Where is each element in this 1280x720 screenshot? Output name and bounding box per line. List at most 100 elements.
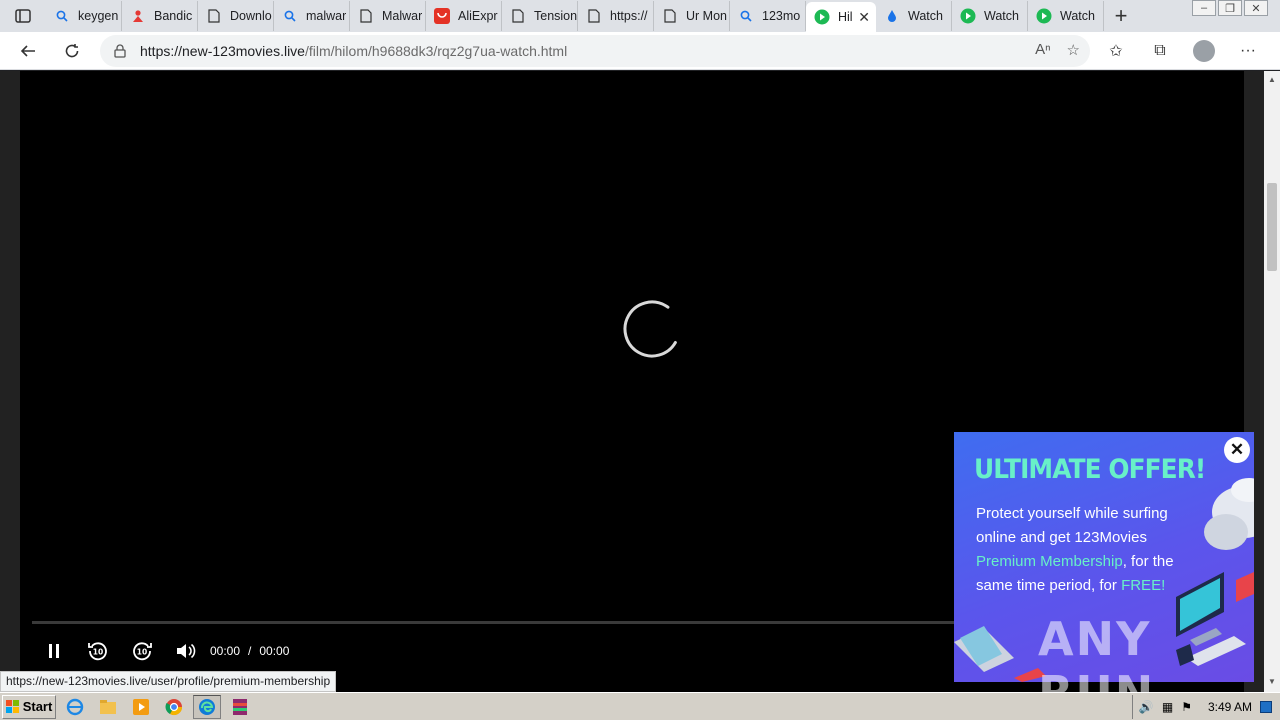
- bandicam-icon: [130, 8, 146, 24]
- pause-button[interactable]: [32, 637, 76, 665]
- svg-text:10: 10: [93, 648, 103, 657]
- time-display: 00:00 / 00:00: [210, 644, 293, 658]
- browser-tab[interactable]: https://: [578, 1, 654, 31]
- tab-label: Ur Mon: [686, 9, 727, 23]
- rewind-10-button[interactable]: 10: [76, 637, 120, 665]
- taskbar-edge-icon[interactable]: [193, 694, 221, 719]
- more-menu-icon[interactable]: ···: [1226, 42, 1270, 60]
- link-status-url: https://new-123movies.live/user/profile/…: [0, 671, 337, 692]
- url-text[interactable]: https://new-123movies.live/film/hilom/h9…: [140, 43, 567, 59]
- tab-label: Watch: [908, 9, 943, 23]
- aliexpress-icon: [434, 8, 450, 24]
- start-button[interactable]: Start: [2, 694, 56, 719]
- url-host: https://new-123movies.live: [140, 43, 305, 59]
- refresh-icon: [65, 43, 79, 57]
- search-icon: [738, 8, 754, 24]
- tab-label: Hil: [838, 10, 853, 24]
- clock[interactable]: 3:49 AM: [1208, 700, 1252, 714]
- forward-10-button[interactable]: 10: [120, 637, 164, 665]
- ad-body: Protect yourself while surfing online an…: [976, 502, 1176, 598]
- player-controls: 10 10 00:00 / 00:00: [32, 637, 293, 665]
- tab-label: Downlo: [230, 9, 272, 23]
- ad-highlight-link[interactable]: Premium Membership: [976, 553, 1123, 570]
- loading-spinner-icon: [623, 300, 681, 358]
- tab-actions-icon: [15, 9, 31, 23]
- drop-icon: [884, 8, 900, 24]
- address-bar[interactable]: https://new-123movies.live/film/hilom/h9…: [100, 35, 1090, 67]
- pause-icon: [49, 644, 59, 658]
- navigation-bar: https://new-123movies.live/film/hilom/h9…: [0, 32, 1280, 70]
- ad-close-button[interactable]: ✕: [1224, 437, 1250, 463]
- browser-tab[interactable]: Watch: [1028, 1, 1104, 31]
- taskbar-media-player-icon[interactable]: [127, 695, 155, 719]
- tab-label: https://: [610, 9, 648, 23]
- page-scrollbar[interactable]: ▲ ▼: [1264, 71, 1280, 692]
- add-favorite-icon[interactable]: ☆: [1067, 41, 1080, 59]
- system-tray: 🔊 ▦ ⚑ 3:49 AM: [1131, 695, 1280, 719]
- show-desktop-icon[interactable]: [1260, 701, 1272, 713]
- taskbar-chrome-icon[interactable]: [160, 695, 188, 719]
- browser-tab[interactable]: Downlo: [198, 1, 274, 31]
- rewind-10-icon: 10: [88, 642, 107, 661]
- taskbar-explorer-icon[interactable]: [94, 695, 122, 719]
- tab-label: Tension: [534, 9, 577, 23]
- restore-button[interactable]: ❐: [1218, 0, 1242, 16]
- play-circle-icon: [814, 9, 830, 25]
- current-time: 00:00: [210, 644, 241, 658]
- back-button[interactable]: [6, 32, 50, 70]
- browser-tab[interactable]: AliExpr: [426, 1, 502, 31]
- browser-tab[interactable]: Watch: [876, 1, 952, 31]
- collections-icon[interactable]: ⧉: [1138, 42, 1182, 60]
- volume-tray-icon[interactable]: 🔊: [1139, 700, 1154, 714]
- screen: keygen Bandic Downlo malwar Malwar AliExpr Ten…: [0, 0, 1280, 720]
- browser-tab[interactable]: 123mo: [730, 1, 806, 31]
- tab-actions-button[interactable]: [0, 0, 46, 32]
- page-icon: [586, 8, 602, 24]
- network-tray-icon[interactable]: ▦: [1162, 700, 1173, 714]
- ad-free-text: FREE!: [1121, 577, 1166, 594]
- browser-tab[interactable]: Malwar: [350, 1, 426, 31]
- profile-avatar[interactable]: [1193, 40, 1215, 62]
- ad-title: ULTIMATE OFFER!: [974, 454, 1206, 485]
- action-center-flag-icon[interactable]: ⚑: [1181, 700, 1192, 714]
- browser-tab[interactable]: Bandic: [122, 1, 198, 31]
- svg-text:10: 10: [137, 648, 147, 657]
- browser-tab[interactable]: Hil ✕: [806, 2, 876, 32]
- browser-tab[interactable]: malwar: [274, 1, 350, 31]
- new-tab-button[interactable]: +: [1104, 1, 1138, 31]
- scroll-up-icon[interactable]: ▲: [1268, 75, 1276, 84]
- taskbar-winrar-icon[interactable]: [226, 695, 254, 719]
- tab-label: malwar: [306, 9, 347, 23]
- tab-label: Watch: [984, 9, 1019, 23]
- minimize-button[interactable]: –: [1192, 0, 1216, 16]
- favorites-icon[interactable]: ✩: [1094, 41, 1138, 61]
- read-aloud-icon[interactable]: Aⁿ: [1035, 41, 1050, 59]
- lock-icon[interactable]: [100, 44, 140, 58]
- volume-icon: [177, 643, 196, 659]
- scrollbar-thumb[interactable]: [1267, 183, 1277, 271]
- page-icon: [662, 8, 678, 24]
- start-label: Start: [22, 699, 53, 714]
- browser-tab[interactable]: Tension: [502, 1, 578, 31]
- browser-tab[interactable]: Ur Mon: [654, 1, 730, 31]
- close-tab-icon[interactable]: ✕: [858, 9, 870, 26]
- forward-10-icon: 10: [133, 642, 152, 661]
- close-icon: ✕: [1229, 440, 1245, 459]
- back-arrow-icon: [20, 44, 35, 57]
- tab-strip: keygen Bandic Downlo malwar Malwar AliExpr Ten…: [0, 0, 1280, 32]
- refresh-button[interactable]: [50, 32, 94, 70]
- window-controls: – ❐ ✕: [1190, 0, 1268, 18]
- close-window-button[interactable]: ✕: [1244, 0, 1268, 16]
- ad-text-1: Protect yourself while surfing online an…: [976, 505, 1168, 546]
- browser-tab[interactable]: keygen: [46, 1, 122, 31]
- browser-tab[interactable]: Watch: [952, 1, 1028, 31]
- page-icon: [358, 8, 374, 24]
- page-icon: [206, 8, 222, 24]
- volume-button[interactable]: [164, 637, 208, 665]
- search-icon: [282, 8, 298, 24]
- duration: 00:00: [259, 644, 290, 658]
- play-circle-icon: [960, 8, 976, 24]
- tab-label: Watch: [1060, 9, 1095, 23]
- taskbar-ie-icon[interactable]: [61, 695, 89, 719]
- windows-flag-icon: [5, 699, 19, 713]
